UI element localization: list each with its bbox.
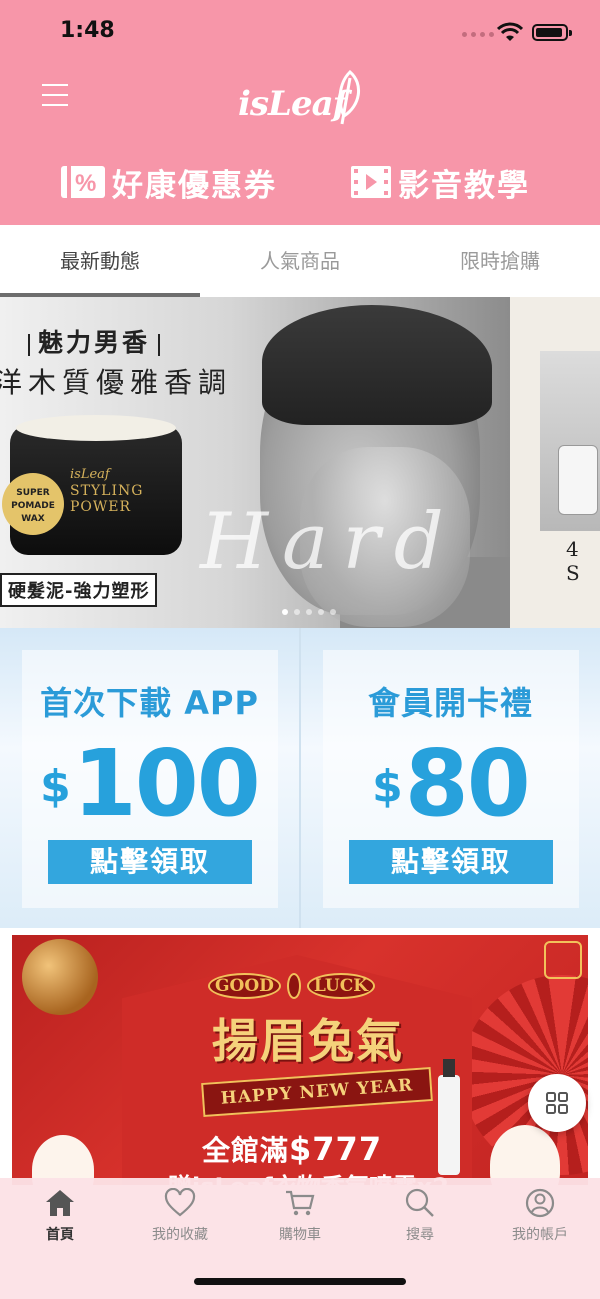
tab-popular[interactable]: 人氣商品 [200, 225, 400, 297]
svg-text:%: % [75, 170, 98, 197]
promo-amount: $100 [40, 730, 261, 837]
tab-latest[interactable]: 最新動態 [0, 225, 200, 297]
status-bar: 1:48 [0, 0, 600, 66]
heart-icon [164, 1188, 196, 1217]
slide-caption: 硬髮泥-強力塑形 [0, 573, 158, 607]
jar-badge: SUPER POMADE WAX [2, 473, 64, 535]
promo-amount: $80 [372, 730, 531, 837]
slide-slogan-subtitle: 洋木質優雅香調 [0, 366, 233, 399]
account-icon [525, 1188, 555, 1218]
nav-cart[interactable]: 購物車 [240, 1188, 360, 1244]
nav-search[interactable]: 搜尋 [360, 1188, 480, 1244]
rabbit-stamp-icon [544, 941, 582, 979]
promo-title: 首次下載 APP [40, 684, 259, 722]
home-indicator[interactable] [194, 1278, 406, 1285]
search-icon [405, 1188, 434, 1217]
nav-label: 搜尋 [406, 1227, 434, 1243]
feed-tabs: 最新動態 人氣商品 限時搶購 [0, 225, 600, 297]
promo-title: 會員開卡禮 [367, 684, 533, 722]
slide-script-word: Hard [200, 497, 458, 587]
promo-card-first-download[interactable]: 首次下載 APP $100 點擊領取 [0, 628, 299, 928]
wifi-icon [497, 22, 523, 41]
pager-dot[interactable] [306, 609, 312, 615]
nav-home[interactable]: 首頁 [0, 1188, 120, 1244]
pager-dot[interactable] [294, 609, 300, 615]
carousel-pager [282, 609, 336, 615]
promo-row: 首次下載 APP $100 點擊領取 會員開卡禮 $80 點擊領取 [0, 628, 600, 928]
slide-slogan-title: 魅力男香 [20, 323, 168, 359]
grid-menu-button[interactable] [528, 1074, 586, 1132]
hero-carousel[interactable]: 魅力男香 洋木質優雅香調 SUPER POMADE WAX isLeaf STY… [0, 297, 600, 628]
jar-brand: isLeaf [70, 467, 110, 482]
battery-icon [532, 24, 572, 41]
pager-dot[interactable] [318, 609, 324, 615]
next-slide-text: 4 S [566, 537, 583, 585]
pager-dot[interactable] [282, 609, 288, 615]
video-label: 影音教學 [398, 167, 530, 204]
new-year-banner[interactable]: GOODLUCK 揚眉兔氣 HAPPY NEW YEAR 全館滿$777 贈is… [12, 935, 588, 1185]
menu-button[interactable] [42, 84, 70, 108]
nav-label: 首頁 [46, 1227, 74, 1243]
promo-card-member-gift[interactable]: 會員開卡禮 $80 點擊領取 [299, 628, 600, 928]
nav-label: 購物車 [279, 1227, 321, 1243]
next-slide-bottle [558, 445, 598, 515]
leaf-icon [338, 70, 360, 125]
status-time: 1:48 [60, 18, 115, 43]
nav-account[interactable]: 我的帳戶 [480, 1188, 600, 1244]
jar-product: STYLING POWER [70, 483, 144, 515]
banner-headline: 揚眉兔氣 [212, 1014, 404, 1068]
app-header: 1:48 isLeaf % 好康優惠券 影音教學 [0, 0, 600, 225]
claim-button[interactable]: 點擊領取 [349, 840, 553, 884]
video-tutorial-link[interactable]: 影音教學 [350, 158, 530, 206]
pomade-jar-image: SUPER POMADE WAX isLeaf STYLING POWER [2, 415, 182, 555]
coupon-icon: % [61, 166, 105, 198]
video-icon [351, 166, 391, 198]
isleaf-logo: isLeaf [238, 70, 368, 126]
home-icon [46, 1190, 74, 1216]
carousel-slide-next[interactable]: 4 S [510, 297, 600, 628]
cart-icon [286, 1190, 315, 1216]
coupon-label: 好康優惠券 [112, 167, 277, 204]
good-luck-label: GOOD LUCK [208, 973, 376, 999]
signal-dots-icon [462, 32, 494, 37]
spray-bottle-image [438, 1059, 460, 1175]
nav-favorites[interactable]: 我的收藏 [120, 1188, 240, 1244]
nav-label: 我的帳戶 [512, 1227, 568, 1243]
tab-flash-sale[interactable]: 限時搶購 [400, 225, 600, 297]
pager-dot[interactable] [330, 609, 336, 615]
grid-icon [546, 1092, 568, 1114]
coupon-link[interactable]: % 好康優惠券 [60, 158, 277, 206]
ornament-ball [22, 939, 98, 1015]
claim-button[interactable]: 點擊領取 [48, 840, 252, 884]
model-hair [262, 305, 492, 425]
bottom-nav-bar: 首頁 我的收藏 購物車 搜尋 我的帳戶 [0, 1178, 600, 1299]
carousel-slide-pomade[interactable]: 魅力男香 洋木質優雅香調 SUPER POMADE WAX isLeaf STY… [0, 297, 510, 628]
nav-label: 我的收藏 [152, 1227, 208, 1243]
banner-offer: 全館滿$777 [202, 1130, 383, 1168]
